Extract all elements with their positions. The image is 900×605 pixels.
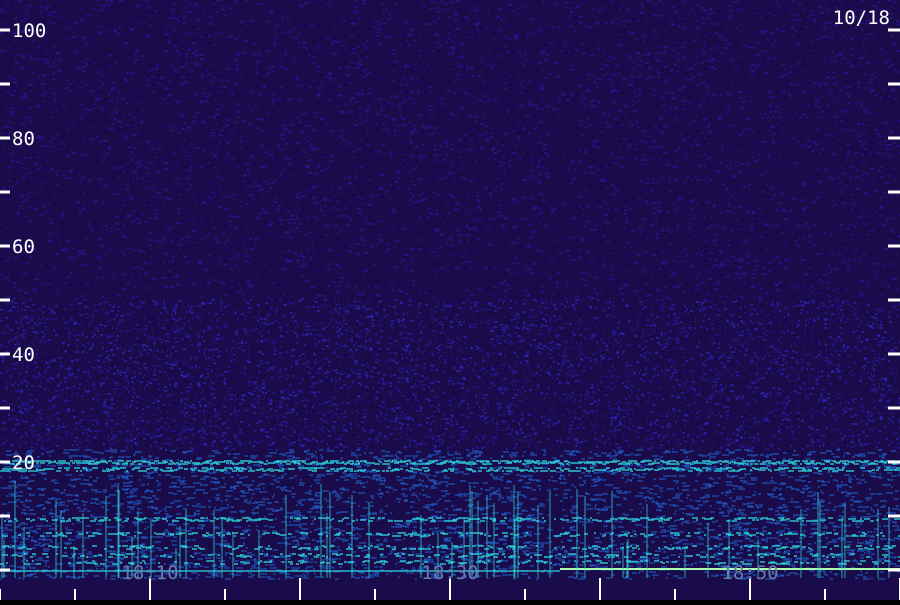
- y-tick-label: 100: [12, 20, 46, 42]
- y-tick-label: 40: [12, 344, 35, 366]
- spectrogram-background: [0, 0, 900, 600]
- spectrogram-svg: 100 80 60 40 20 18:10 18:30 18:50 10/18: [0, 0, 900, 600]
- y-tick-label: 20: [12, 452, 35, 474]
- x-tick-label: 18:50: [721, 562, 778, 584]
- spectrogram-chart: 100 80 60 40 20 18:10 18:30 18:50 10/18: [0, 0, 900, 600]
- x-tick-label: 18:30: [421, 562, 478, 584]
- date-label: 10/18: [833, 7, 890, 29]
- x-tick-label: 18:10: [121, 562, 178, 584]
- y-tick-label: 80: [12, 128, 35, 150]
- y-tick-label: 60: [12, 236, 35, 258]
